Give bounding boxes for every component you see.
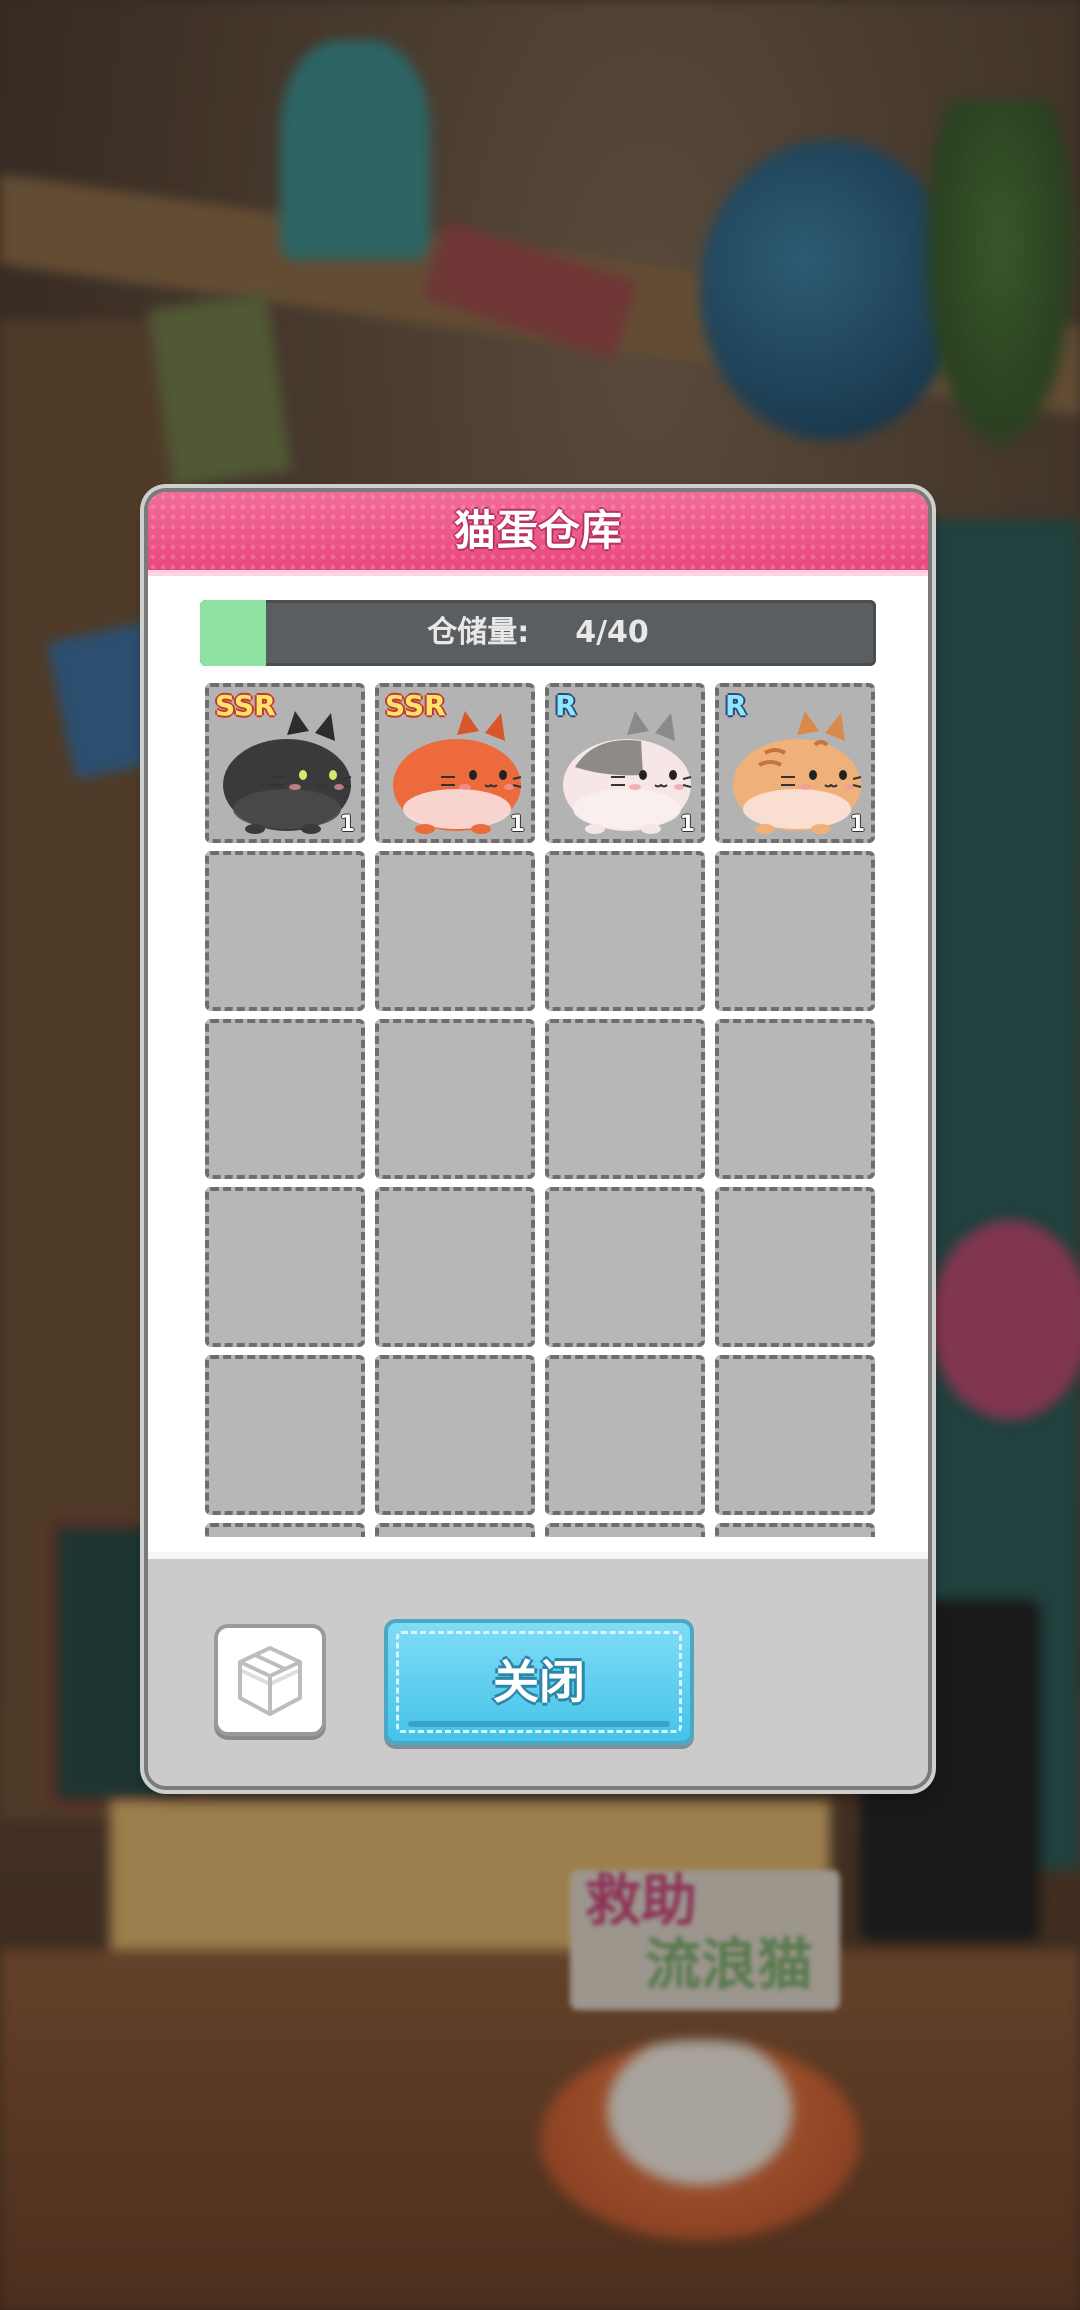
storage-capacity-text: 仓储量: 4/40 [200, 600, 876, 666]
storage-slot-empty[interactable] [375, 1019, 535, 1179]
rarity-badge: R [555, 689, 577, 722]
rarity-badge: SSR [385, 689, 446, 722]
storage-slot-empty[interactable] [375, 1187, 535, 1347]
storage-slot-empty[interactable] [545, 1523, 705, 1537]
box-button[interactable] [214, 1624, 326, 1736]
storage-slot-empty[interactable] [545, 1355, 705, 1515]
storage-slot-tabby-cat[interactable]: R1 [715, 683, 875, 843]
tabby-cat-icon [733, 711, 862, 834]
storage-slot-empty[interactable] [715, 1523, 875, 1537]
box-icon [238, 1646, 302, 1716]
storage-slot-empty[interactable] [205, 851, 365, 1011]
item-count: 1 [509, 812, 525, 837]
storage-slot-empty[interactable] [715, 1187, 875, 1347]
storage-slot-empty[interactable] [205, 1355, 365, 1515]
storage-grid: SSR 1 SSR 1 R 1 R 1 [205, 683, 875, 1537]
storage-slot-empty[interactable] [375, 851, 535, 1011]
item-count: 1 [339, 812, 355, 837]
storage-slot-empty[interactable] [715, 1355, 875, 1515]
storage-slot-empty[interactable] [715, 851, 875, 1011]
orange-cat-icon [393, 711, 522, 834]
rarity-badge: R [725, 689, 747, 722]
storage-value: 4/40 [575, 615, 649, 650]
storage-slot-empty[interactable] [375, 1355, 535, 1515]
storage-capacity-bar: 仓储量: 4/40 [200, 600, 876, 666]
item-count: 1 [849, 812, 865, 837]
close-button-label: 关闭 [493, 1655, 585, 1709]
close-button[interactable]: 关闭 [384, 1619, 694, 1745]
storage-slot-empty[interactable] [205, 1019, 365, 1179]
rarity-badge: SSR [215, 689, 276, 722]
dialog-header: 猫蛋仓库 [148, 492, 928, 576]
item-count: 1 [679, 812, 695, 837]
storage-label: 仓储量: [427, 615, 530, 650]
gray-white-cat-icon [563, 711, 692, 834]
storage-slot-black-cat[interactable]: SSR 1 [205, 683, 365, 843]
storage-slot-orange-cat[interactable]: SSR 1 [375, 683, 535, 843]
storage-slot-empty[interactable] [205, 1523, 365, 1537]
black-cat-icon [223, 711, 352, 834]
storage-slot-empty[interactable] [375, 1523, 535, 1537]
storage-slot-empty[interactable] [545, 1019, 705, 1179]
storage-slot-empty[interactable] [545, 1187, 705, 1347]
dialog-title: 猫蛋仓库 [453, 506, 622, 555]
storage-slot-empty[interactable] [205, 1187, 365, 1347]
storage-slot-empty[interactable] [715, 1019, 875, 1179]
storage-grid-viewport[interactable]: SSR 1 SSR 1 R 1 R 1 [205, 683, 885, 1537]
storage-slot-gray-white-cat[interactable]: R1 [545, 683, 705, 843]
dialog-footer: 关闭 [148, 1559, 928, 1786]
storage-slot-empty[interactable] [545, 851, 705, 1011]
